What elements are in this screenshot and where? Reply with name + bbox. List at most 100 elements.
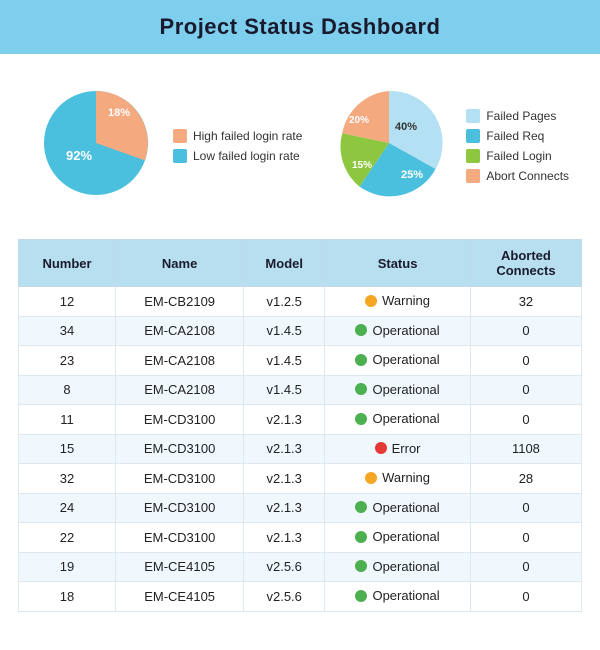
status-dot bbox=[355, 383, 367, 395]
table-section: Number Name Model Status AbortedConnects… bbox=[0, 229, 600, 630]
status-dot bbox=[375, 442, 387, 454]
status-dot bbox=[355, 324, 367, 336]
table-row: 32 EM-CD3100 v2.1.3 Warning 28 bbox=[19, 464, 582, 494]
legend-label-failed-pages: Failed Pages bbox=[486, 109, 556, 123]
cell-aborted: 0 bbox=[470, 375, 581, 405]
col-aborted: AbortedConnects bbox=[470, 240, 581, 287]
cell-name: EM-CD3100 bbox=[116, 523, 244, 553]
table-row: 34 EM-CA2108 v1.4.5 Operational 0 bbox=[19, 316, 582, 346]
charts-section: 18% 92% High failed login rate Low faile… bbox=[0, 54, 600, 229]
cell-name: EM-CD3100 bbox=[116, 493, 244, 523]
table-row: 18 EM-CE4105 v2.5.6 Operational 0 bbox=[19, 582, 582, 612]
status-badge: Operational bbox=[355, 529, 439, 544]
legend-color-abort-connects bbox=[466, 169, 480, 183]
cell-model: v2.1.3 bbox=[244, 405, 325, 435]
cell-aborted: 0 bbox=[470, 582, 581, 612]
status-label: Operational bbox=[372, 382, 439, 397]
cell-model: v2.1.3 bbox=[244, 523, 325, 553]
status-label: Warning bbox=[382, 470, 430, 485]
page-title: Project Status Dashboard bbox=[0, 0, 600, 54]
cell-number: 19 bbox=[19, 552, 116, 582]
status-label: Operational bbox=[372, 588, 439, 603]
cell-number: 8 bbox=[19, 375, 116, 405]
status-badge: Operational bbox=[355, 382, 439, 397]
table-row: 23 EM-CA2108 v1.4.5 Operational 0 bbox=[19, 346, 582, 376]
col-model: Model bbox=[244, 240, 325, 287]
svg-text:15%: 15% bbox=[352, 160, 372, 171]
cell-name: EM-CD3100 bbox=[116, 405, 244, 435]
svg-text:18%: 18% bbox=[108, 107, 130, 119]
status-badge: Warning bbox=[365, 293, 430, 308]
cell-status: Operational bbox=[325, 375, 471, 405]
table-row: 12 EM-CB2109 v1.2.5 Warning 32 bbox=[19, 287, 582, 317]
cell-aborted: 1108 bbox=[470, 434, 581, 464]
status-badge: Operational bbox=[355, 559, 439, 574]
cell-model: v2.1.3 bbox=[244, 493, 325, 523]
status-badge: Error bbox=[375, 441, 421, 456]
legend-item-abort-connects: Abort Connects bbox=[466, 169, 569, 183]
cell-status: Error bbox=[325, 434, 471, 464]
left-pie-chart: 18% 92% bbox=[31, 78, 161, 213]
cell-status: Operational bbox=[325, 316, 471, 346]
right-chart-container: 40% 25% 15% 20% Failed Pages Failed Req … bbox=[324, 78, 569, 213]
legend-label-abort-connects: Abort Connects bbox=[486, 169, 569, 183]
legend-label-failed-login: Failed Login bbox=[486, 149, 551, 163]
status-label: Error bbox=[392, 441, 421, 456]
status-label: Warning bbox=[382, 293, 430, 308]
legend-item-failed-login: Failed Login bbox=[466, 149, 569, 163]
cell-number: 34 bbox=[19, 316, 116, 346]
cell-aborted: 0 bbox=[470, 552, 581, 582]
cell-aborted: 0 bbox=[470, 493, 581, 523]
cell-aborted: 0 bbox=[470, 316, 581, 346]
status-dot bbox=[355, 354, 367, 366]
status-dot bbox=[355, 501, 367, 513]
status-badge: Operational bbox=[355, 352, 439, 367]
status-label: Operational bbox=[372, 411, 439, 426]
table-row: 22 EM-CD3100 v2.1.3 Operational 0 bbox=[19, 523, 582, 553]
legend-item-failed-req: Failed Req bbox=[466, 129, 569, 143]
status-label: Operational bbox=[372, 323, 439, 338]
cell-status: Operational bbox=[325, 346, 471, 376]
status-badge: Operational bbox=[355, 323, 439, 338]
cell-number: 15 bbox=[19, 434, 116, 464]
col-number: Number bbox=[19, 240, 116, 287]
left-chart-legend: High failed login rate Low failed login … bbox=[173, 129, 302, 163]
legend-color-low-failed bbox=[173, 149, 187, 163]
cell-status: Operational bbox=[325, 405, 471, 435]
cell-status: Warning bbox=[325, 287, 471, 317]
col-name: Name bbox=[116, 240, 244, 287]
legend-item-failed-pages: Failed Pages bbox=[466, 109, 569, 123]
cell-status: Operational bbox=[325, 493, 471, 523]
table-row: 11 EM-CD3100 v2.1.3 Operational 0 bbox=[19, 405, 582, 435]
status-label: Operational bbox=[372, 559, 439, 574]
table-row: 8 EM-CA2108 v1.4.5 Operational 0 bbox=[19, 375, 582, 405]
cell-model: v2.5.6 bbox=[244, 552, 325, 582]
cell-model: v1.4.5 bbox=[244, 346, 325, 376]
status-badge: Warning bbox=[365, 470, 430, 485]
status-badge: Operational bbox=[355, 500, 439, 515]
left-chart-container: 18% 92% High failed login rate Low faile… bbox=[31, 78, 302, 213]
cell-number: 32 bbox=[19, 464, 116, 494]
status-dot bbox=[355, 413, 367, 425]
cell-number: 12 bbox=[19, 287, 116, 317]
legend-color-failed-req bbox=[466, 129, 480, 143]
cell-status: Operational bbox=[325, 552, 471, 582]
legend-label-low-failed: Low failed login rate bbox=[193, 149, 300, 163]
cell-name: EM-CD3100 bbox=[116, 464, 244, 494]
table-row: 24 EM-CD3100 v2.1.3 Operational 0 bbox=[19, 493, 582, 523]
svg-text:92%: 92% bbox=[66, 148, 92, 163]
status-dot bbox=[365, 472, 377, 484]
status-table: Number Name Model Status AbortedConnects… bbox=[18, 239, 582, 612]
cell-model: v1.4.5 bbox=[244, 375, 325, 405]
right-chart-legend: Failed Pages Failed Req Failed Login Abo… bbox=[466, 109, 569, 183]
cell-name: EM-CD3100 bbox=[116, 434, 244, 464]
cell-aborted: 0 bbox=[470, 523, 581, 553]
cell-model: v2.1.3 bbox=[244, 434, 325, 464]
status-dot bbox=[355, 560, 367, 572]
cell-name: EM-CE4105 bbox=[116, 552, 244, 582]
status-badge: Operational bbox=[355, 588, 439, 603]
cell-number: 23 bbox=[19, 346, 116, 376]
cell-number: 24 bbox=[19, 493, 116, 523]
cell-name: EM-CE4105 bbox=[116, 582, 244, 612]
legend-color-failed-login bbox=[466, 149, 480, 163]
